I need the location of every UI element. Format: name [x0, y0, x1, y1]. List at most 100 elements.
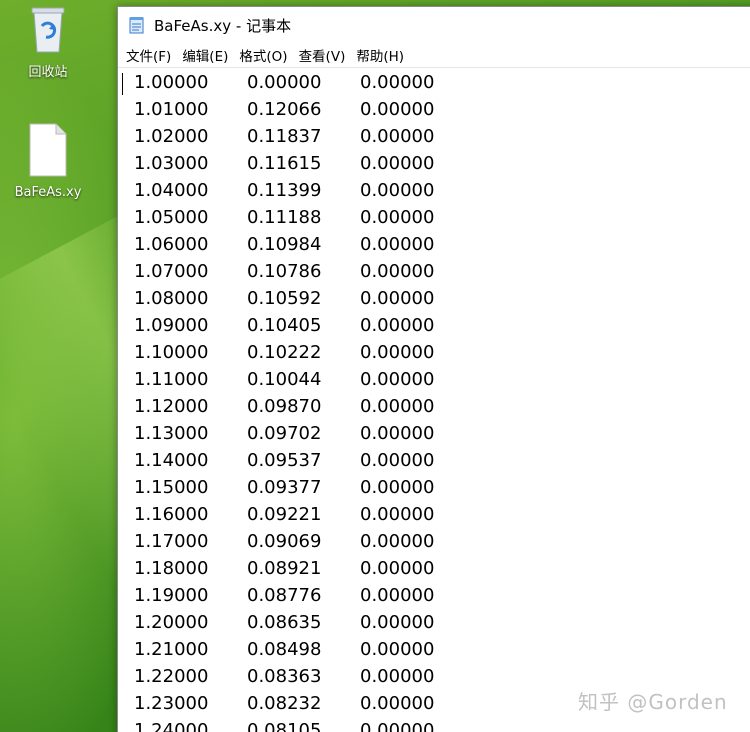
text-value: 0.09870 [247, 396, 322, 417]
text-value: 1.18000 [134, 558, 209, 579]
desktop-icon-file[interactable]: BaFeAs.xy [0, 122, 96, 200]
text-value: 0.10405 [247, 315, 322, 336]
text-value: 0.08363 [247, 666, 322, 687]
text-value: 0.08921 [247, 558, 322, 579]
text-value: 0.00000 [360, 234, 435, 255]
text-value: 0.10786 [247, 261, 322, 282]
text-value: 0.10592 [247, 288, 322, 309]
text-line: 1.09000 0.10405 0.00000 [122, 312, 750, 339]
text-value: 0.00000 [360, 342, 435, 363]
text-value: 1.10000 [134, 342, 209, 363]
text-value: 1.02000 [134, 126, 209, 147]
text-value: 0.10222 [247, 342, 322, 363]
text-value: 1.13000 [134, 423, 209, 444]
text-value: 0.00000 [247, 72, 322, 93]
text-value: 0.00000 [360, 612, 435, 633]
text-value: 1.21000 [134, 639, 209, 660]
text-value: 0.08776 [247, 585, 322, 606]
notepad-icon [128, 16, 146, 34]
text-value: 1.19000 [134, 585, 209, 606]
text-value: 1.24000 [134, 720, 209, 732]
text-value: 0.00000 [360, 720, 435, 732]
text-line: 1.11000 0.10044 0.00000 [122, 366, 750, 393]
menu-format[interactable]: 格式(O) [235, 43, 294, 67]
text-value: 1.22000 [134, 666, 209, 687]
text-value: 0.09221 [247, 504, 322, 525]
text-value: 1.23000 [134, 693, 209, 714]
text-value: 1.04000 [134, 180, 209, 201]
text-line: 1.16000 0.09221 0.00000 [122, 501, 750, 528]
text-value: 0.11615 [247, 153, 322, 174]
text-value: 0.11188 [247, 207, 322, 228]
text-value: 0.00000 [360, 423, 435, 444]
text-line: 1.20000 0.08635 0.00000 [122, 609, 750, 636]
menu-bar: 文件(F) 编辑(E) 格式(O) 查看(V) 帮助(H) [118, 43, 750, 68]
text-value: 0.08635 [247, 612, 322, 633]
menu-help[interactable]: 帮助(H) [352, 43, 411, 67]
text-line: 1.12000 0.09870 0.00000 [122, 393, 750, 420]
text-value: 0.00000 [360, 315, 435, 336]
text-value: 0.11399 [247, 180, 322, 201]
text-line: 1.00000 0.00000 0.00000 [122, 69, 750, 96]
text-value: 1.17000 [134, 531, 209, 552]
watermark: 知乎 @Gorden [578, 690, 728, 714]
menu-edit[interactable]: 编辑(E) [178, 43, 235, 67]
text-value: 0.00000 [360, 396, 435, 417]
text-value: 1.20000 [134, 612, 209, 633]
text-value: 1.00000 [134, 72, 209, 93]
text-value: 0.00000 [360, 153, 435, 174]
text-value: 0.00000 [360, 180, 435, 201]
text-line: 1.10000 0.10222 0.00000 [122, 339, 750, 366]
text-value: 0.00000 [360, 477, 435, 498]
text-value: 0.00000 [360, 504, 435, 525]
desktop-icon-label: 回收站 [28, 65, 68, 80]
text-line: 1.06000 0.10984 0.00000 [122, 231, 750, 258]
text-caret [122, 73, 123, 95]
text-value: 0.00000 [360, 531, 435, 552]
menu-view[interactable]: 查看(V) [295, 43, 353, 67]
text-line: 1.21000 0.08498 0.00000 [122, 636, 750, 663]
text-value: 0.08232 [247, 693, 322, 714]
text-line: 1.07000 0.10786 0.00000 [122, 258, 750, 285]
text-value: 0.00000 [360, 666, 435, 687]
text-value: 0.12066 [247, 99, 322, 120]
text-line: 1.05000 0.11188 0.00000 [122, 204, 750, 231]
text-value: 0.00000 [360, 585, 435, 606]
desktop-icon-recycle-bin[interactable]: 回收站 [0, 4, 96, 80]
text-line: 1.18000 0.08921 0.00000 [122, 555, 750, 582]
text-content: 1.00000 0.00000 0.00000 1.01000 0.12066 0.000… [122, 69, 750, 732]
text-value: 1.14000 [134, 450, 209, 471]
text-line: 1.19000 0.08776 0.00000 [122, 582, 750, 609]
text-value: 0.11837 [247, 126, 322, 147]
text-value: 0.09702 [247, 423, 322, 444]
text-line: 1.13000 0.09702 0.00000 [122, 420, 750, 447]
text-value: 1.01000 [134, 99, 209, 120]
text-line: 1.02000 0.11837 0.00000 [122, 123, 750, 150]
text-line: 1.14000 0.09537 0.00000 [122, 447, 750, 474]
menu-file[interactable]: 文件(F) [122, 43, 178, 67]
text-value: 0.08498 [247, 639, 322, 660]
text-value: 1.07000 [134, 261, 209, 282]
text-line: 1.24000 0.08105 0.00000 [122, 717, 750, 732]
text-value: 0.00000 [360, 288, 435, 309]
title-bar[interactable]: BaFeAs.xy - 记事本 [118, 7, 750, 43]
text-value: 0.10044 [247, 369, 322, 390]
text-value: 0.09537 [247, 450, 322, 471]
recycle-bin-icon [0, 4, 96, 57]
text-line: 1.04000 0.11399 0.00000 [122, 177, 750, 204]
text-line: 1.01000 0.12066 0.00000 [122, 96, 750, 123]
text-value: 0.08105 [247, 720, 322, 732]
text-value: 1.16000 [134, 504, 209, 525]
text-value: 1.06000 [134, 234, 209, 255]
text-value: 0.10984 [247, 234, 322, 255]
text-value: 0.00000 [360, 369, 435, 390]
text-value: 1.08000 [134, 288, 209, 309]
text-line: 1.15000 0.09377 0.00000 [122, 474, 750, 501]
text-value: 0.00000 [360, 693, 435, 714]
text-value: 0.00000 [360, 207, 435, 228]
text-editor[interactable]: 1.00000 0.00000 0.00000 1.01000 0.12066 0.000… [118, 69, 750, 732]
text-value: 0.00000 [360, 99, 435, 120]
text-line: 1.17000 0.09069 0.00000 [122, 528, 750, 555]
text-value: 0.00000 [360, 261, 435, 282]
text-file-icon [0, 122, 96, 181]
